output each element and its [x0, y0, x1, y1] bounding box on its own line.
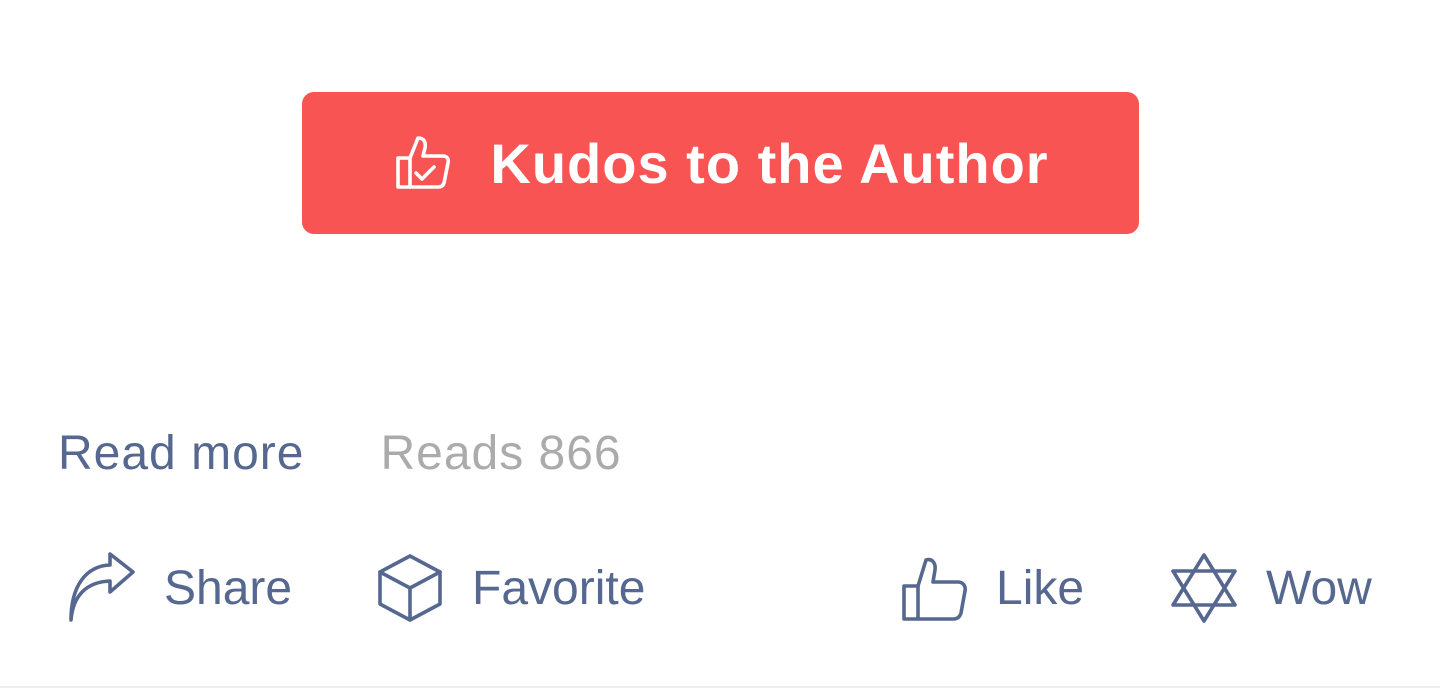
- like-label: Like: [996, 561, 1085, 615]
- like-button[interactable]: Like: [898, 548, 1084, 628]
- thumbs-up-icon: [898, 552, 970, 624]
- wow-button[interactable]: Wow: [1168, 548, 1372, 628]
- kudos-button-label: Kudos to the Author: [490, 131, 1049, 195]
- thumbs-up-check-icon: [392, 132, 454, 194]
- wow-label: Wow: [1266, 561, 1372, 615]
- share-label: Share: [164, 561, 293, 615]
- favorite-button[interactable]: Favorite: [374, 548, 645, 628]
- share-arrow-icon: [66, 552, 138, 624]
- reads-count: Reads 866: [380, 427, 622, 480]
- star-of-david-icon: [1168, 552, 1240, 624]
- read-more-link[interactable]: Read more: [58, 426, 304, 481]
- article-meta: Read more Reads 866: [58, 426, 622, 481]
- cube-icon: [374, 552, 446, 624]
- share-button[interactable]: Share: [66, 548, 292, 628]
- kudos-to-author-button[interactable]: Kudos to the Author: [302, 92, 1139, 234]
- favorite-label: Favorite: [472, 561, 646, 615]
